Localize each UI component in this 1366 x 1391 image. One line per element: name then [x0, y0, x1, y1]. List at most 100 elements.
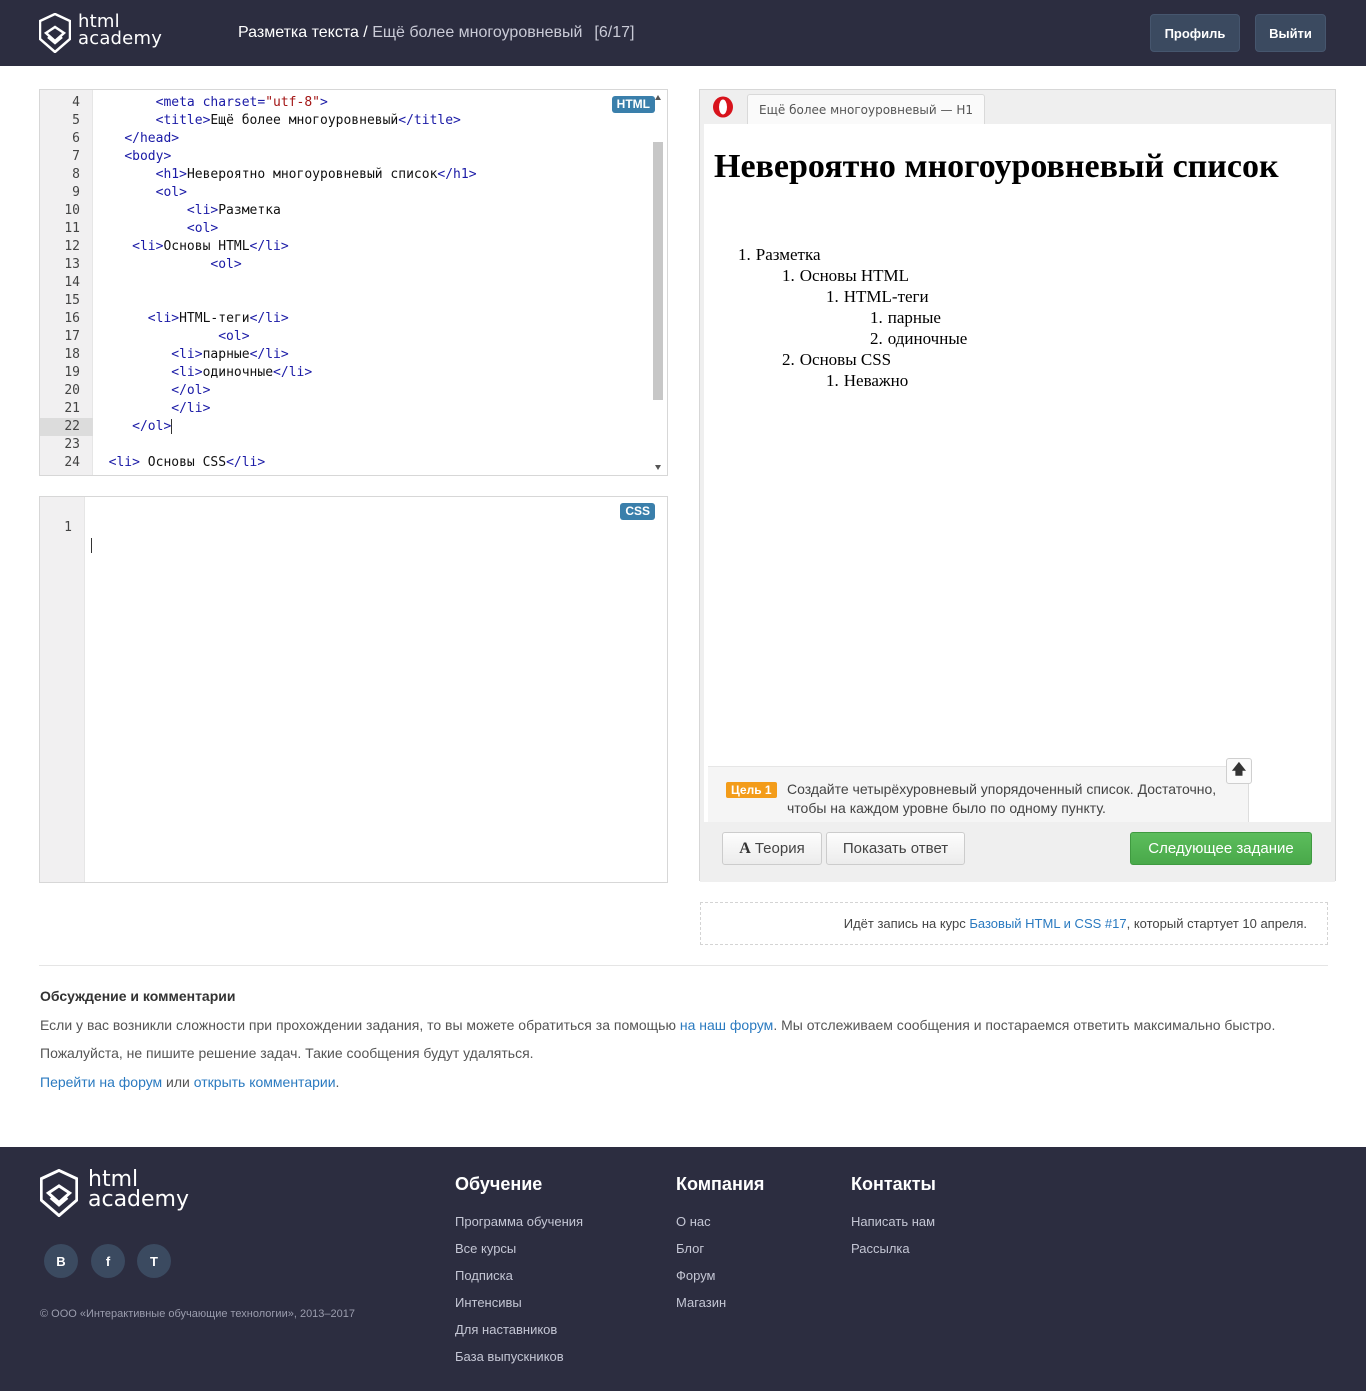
code-text: <meta charset="utf-8"> [155, 95, 328, 110]
line-number: 20 [64, 383, 80, 398]
divider [39, 965, 1328, 966]
show-answer-button[interactable]: Показать ответ [826, 832, 965, 865]
code-line: 19 <li>одиночные</li> [40, 364, 667, 382]
code-line: 21 </li> [40, 400, 667, 418]
footer-link[interactable]: Интенсивы [455, 1295, 522, 1310]
enrolment-suffix: , который стартует 10 апреля. [1126, 916, 1307, 931]
theory-icon: A [739, 839, 751, 857]
css-code[interactable]: 1 [40, 501, 667, 553]
discussion-links: Перейти на форум или открыть комментарии… [40, 1074, 339, 1090]
code-text: <ol> [186, 221, 219, 236]
vk-icon[interactable]: В [44, 1244, 78, 1278]
footer-link[interactable]: Программа обучения [455, 1214, 583, 1229]
breadcrumb-section[interactable]: Разметка текста [238, 24, 359, 41]
line-number: 4 [72, 95, 80, 110]
html-editor[interactable]: 4 <meta charset="utf-8"> 5 <title>Ещё бол… [39, 89, 668, 476]
discussion-title: Обсуждение и комментарии [40, 988, 236, 1004]
twitter-icon[interactable]: T [137, 1244, 171, 1278]
facebook-icon[interactable]: f [91, 1244, 125, 1278]
code-line: 5 <title>Ещё более многоуровневый</title… [40, 112, 667, 130]
scroll-down-icon[interactable] [655, 465, 661, 470]
forum-inline-link[interactable]: на наш форум [680, 1017, 773, 1033]
discussion-paragraph-1: Если у вас возникли сложности при прохож… [40, 1017, 1275, 1033]
css-editor[interactable]: 1 CSS [39, 496, 668, 883]
task-counter: [6/17] [594, 24, 635, 41]
logo-line2: academy [88, 1187, 190, 1212]
footer-link[interactable]: О нас [676, 1214, 711, 1229]
theory-button[interactable]: A Теория [722, 832, 822, 865]
line-number: 9 [72, 185, 80, 200]
footer-link[interactable]: Написать нам [851, 1214, 935, 1229]
code-text: </head> [124, 131, 180, 146]
code-line: 7 <body> [40, 148, 667, 166]
code-text: <li>одиночные</li> [171, 365, 313, 380]
top-header: html academy Разметка текста / Ещё более… [0, 0, 1366, 66]
comments-link[interactable]: открыть комментарии [194, 1074, 336, 1090]
footer-link[interactable]: Для наставников [455, 1322, 557, 1337]
list-item-text: одиночные [887, 329, 968, 348]
preview-heading: Невероятно многоуровневый список [714, 148, 1279, 185]
line-number: 17 [64, 329, 80, 344]
text-cursor [171, 419, 173, 434]
css-badge: CSS [620, 503, 655, 520]
code-text: <li> Основы CSS</li> [108, 455, 266, 470]
footer-link[interactable]: Магазин [676, 1295, 726, 1310]
list-item-text: Разметка [755, 245, 821, 264]
footer-link[interactable]: Все курсы [455, 1241, 516, 1256]
code-line: 1 [40, 501, 667, 553]
forum-link[interactable]: Перейти на форум [40, 1074, 162, 1090]
code-line: 12 <li>Основы HTML</li> [40, 238, 667, 256]
line-number: 14 [64, 275, 80, 290]
line-number: 22 [40, 418, 93, 436]
code-text: <li>парные</li> [171, 347, 289, 362]
breadcrumb: Разметка текста / Ещё более многоуровнев… [238, 24, 634, 42]
footer-link[interactable]: Форум [676, 1268, 716, 1283]
enrolment-note: Идёт запись на курс Базовый HTML и CSS #… [700, 902, 1328, 945]
preview-list-item: 1. Основы HTML [782, 265, 909, 286]
logo[interactable]: html academy [39, 13, 169, 55]
preview-list-item: 1. парные [870, 307, 941, 328]
logout-button[interactable]: Выйти [1255, 14, 1326, 52]
list-marker: 1. [738, 245, 751, 264]
opera-browser-icon [713, 96, 733, 118]
footer-logo-text: html academy [88, 1169, 190, 1212]
profile-button[interactable]: Профиль [1150, 14, 1240, 52]
preview-list-item: 1. HTML-теги [826, 286, 929, 307]
footer-link[interactable]: База выпускников [455, 1349, 564, 1364]
discussion-text: Если у вас возникли сложности при прохож… [40, 1017, 680, 1033]
line-number: 6 [72, 131, 80, 146]
code-text: <li>Разметка [186, 203, 281, 218]
line-number: 21 [64, 401, 80, 416]
browser-tabbar: Ещё более многоуровневый — H1 [700, 90, 1335, 124]
footer-logo[interactable]: html academy [39, 1169, 189, 1222]
line-number: 24 [64, 455, 80, 470]
list-marker: 1. [782, 266, 795, 285]
logo-line2: academy [78, 28, 163, 49]
theory-label: Теория [754, 840, 805, 857]
footer-column-title: Обучение [455, 1174, 543, 1194]
scrollbar-thumb[interactable] [653, 142, 663, 400]
goal-text: Создайте четырёхуровневый упорядоченный … [787, 781, 1217, 816]
html-code[interactable]: 4 <meta charset="utf-8"> 5 <title>Ещё бол… [40, 94, 667, 472]
code-text: </li> [171, 401, 211, 416]
next-task-button[interactable]: Следующее задание [1130, 832, 1312, 865]
footer-link[interactable]: Рассылка [851, 1241, 910, 1256]
goal-collapse-icon[interactable]: 🡅 [1226, 758, 1252, 784]
preview-viewport: Невероятно многоуровневый список 1. Разме… [704, 124, 1331, 834]
list-marker: 1. [870, 308, 883, 327]
logo-text: html academy [78, 13, 163, 49]
discussion-paragraph-2: Пожалуйста, не пишите решение задач. Так… [40, 1045, 534, 1061]
footer-link[interactable]: Блог [676, 1241, 704, 1256]
list-item-text: парные [887, 308, 941, 327]
copyright: © ООО «Интерактивные обучающие технологи… [40, 1308, 356, 1320]
footer-link[interactable]: Подписка [455, 1268, 513, 1283]
course-link[interactable]: Базовый HTML и CSS #17 [969, 916, 1126, 931]
list-marker: 2. [782, 350, 795, 369]
line-number: 7 [72, 149, 80, 164]
code-line: 13 <ol> [40, 256, 667, 274]
scroll-up-icon[interactable] [655, 95, 661, 100]
browser-tab[interactable]: Ещё более многоуровневый — H1 [747, 94, 985, 124]
preview-list-item: 2. одиночные [870, 328, 967, 349]
preview-panel: Ещё более многоуровневый — H1 Невероятно… [699, 89, 1336, 882]
line-number: 19 [64, 365, 80, 380]
